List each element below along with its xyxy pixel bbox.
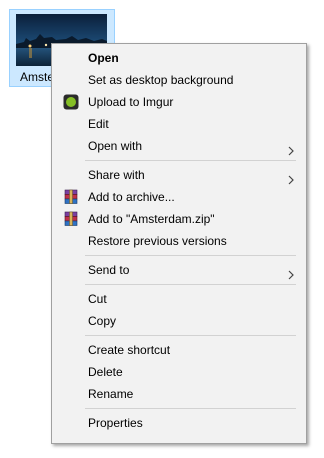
chevron-right-icon xyxy=(286,141,296,156)
menu-item-set-as-desktop-background[interactable]: Set as desktop background xyxy=(52,69,306,91)
menu-item-label: Set as desktop background xyxy=(88,73,234,87)
menu-item-label: Upload to Imgur xyxy=(88,95,174,109)
menu-item-label: Share with xyxy=(88,168,145,182)
menu-item-delete[interactable]: Delete xyxy=(52,361,306,383)
winrar-icon xyxy=(63,211,79,227)
menu-item-add-to-amsterdam-zip[interactable]: Add to "Amsterdam.zip" xyxy=(52,208,306,230)
menu-item-edit[interactable]: Edit xyxy=(52,113,306,135)
menu-separator xyxy=(85,160,296,161)
menu-item-label: Delete xyxy=(88,365,123,379)
menu-item-copy[interactable]: Copy xyxy=(52,310,306,332)
menu-item-label: Add to archive... xyxy=(88,190,175,204)
chevron-right-icon xyxy=(286,170,296,185)
menu-item-label: Restore previous versions xyxy=(88,234,227,248)
winrar-icon xyxy=(63,189,79,205)
menu-item-send-to[interactable]: Send to xyxy=(52,259,306,281)
menu-item-add-to-archive[interactable]: Add to archive... xyxy=(52,186,306,208)
menu-item-label: Add to "Amsterdam.zip" xyxy=(88,212,215,226)
menu-item-create-shortcut[interactable]: Create shortcut xyxy=(52,339,306,361)
menu-item-rename[interactable]: Rename xyxy=(52,383,306,405)
menu-item-share-with[interactable]: Share with xyxy=(52,164,306,186)
menu-item-label: Properties xyxy=(88,416,143,430)
menu-item-label: Open xyxy=(88,51,119,65)
menu-item-open[interactable]: Open xyxy=(52,47,306,69)
menu-item-upload-to-imgur[interactable]: Upload to Imgur xyxy=(52,91,306,113)
menu-item-label: Open with xyxy=(88,139,143,153)
menu-item-label: Send to xyxy=(88,263,130,277)
chevron-right-icon xyxy=(286,265,296,280)
menu-item-label: Copy xyxy=(88,314,117,328)
menu-separator xyxy=(85,255,296,256)
context-menu: Open Set as desktop background Upload to I… xyxy=(51,43,307,444)
menu-item-cut[interactable]: Cut xyxy=(52,288,306,310)
menu-item-label: Rename xyxy=(88,387,134,401)
file-name-label: Amste xyxy=(20,70,55,84)
imgur-icon xyxy=(63,94,79,110)
menu-item-properties[interactable]: Properties xyxy=(52,412,306,434)
menu-separator xyxy=(85,284,296,285)
menu-item-label: Edit xyxy=(88,117,109,131)
menu-item-restore-previous-versions[interactable]: Restore previous versions xyxy=(52,230,306,252)
menu-item-label: Cut xyxy=(88,292,107,306)
menu-separator xyxy=(85,408,296,409)
menu-item-label: Create shortcut xyxy=(88,343,171,357)
menu-item-open-with[interactable]: Open with xyxy=(52,135,306,157)
desktop[interactable]: Amste Open Set as desktop background Uploa… xyxy=(0,0,324,458)
menu-separator xyxy=(85,335,296,336)
